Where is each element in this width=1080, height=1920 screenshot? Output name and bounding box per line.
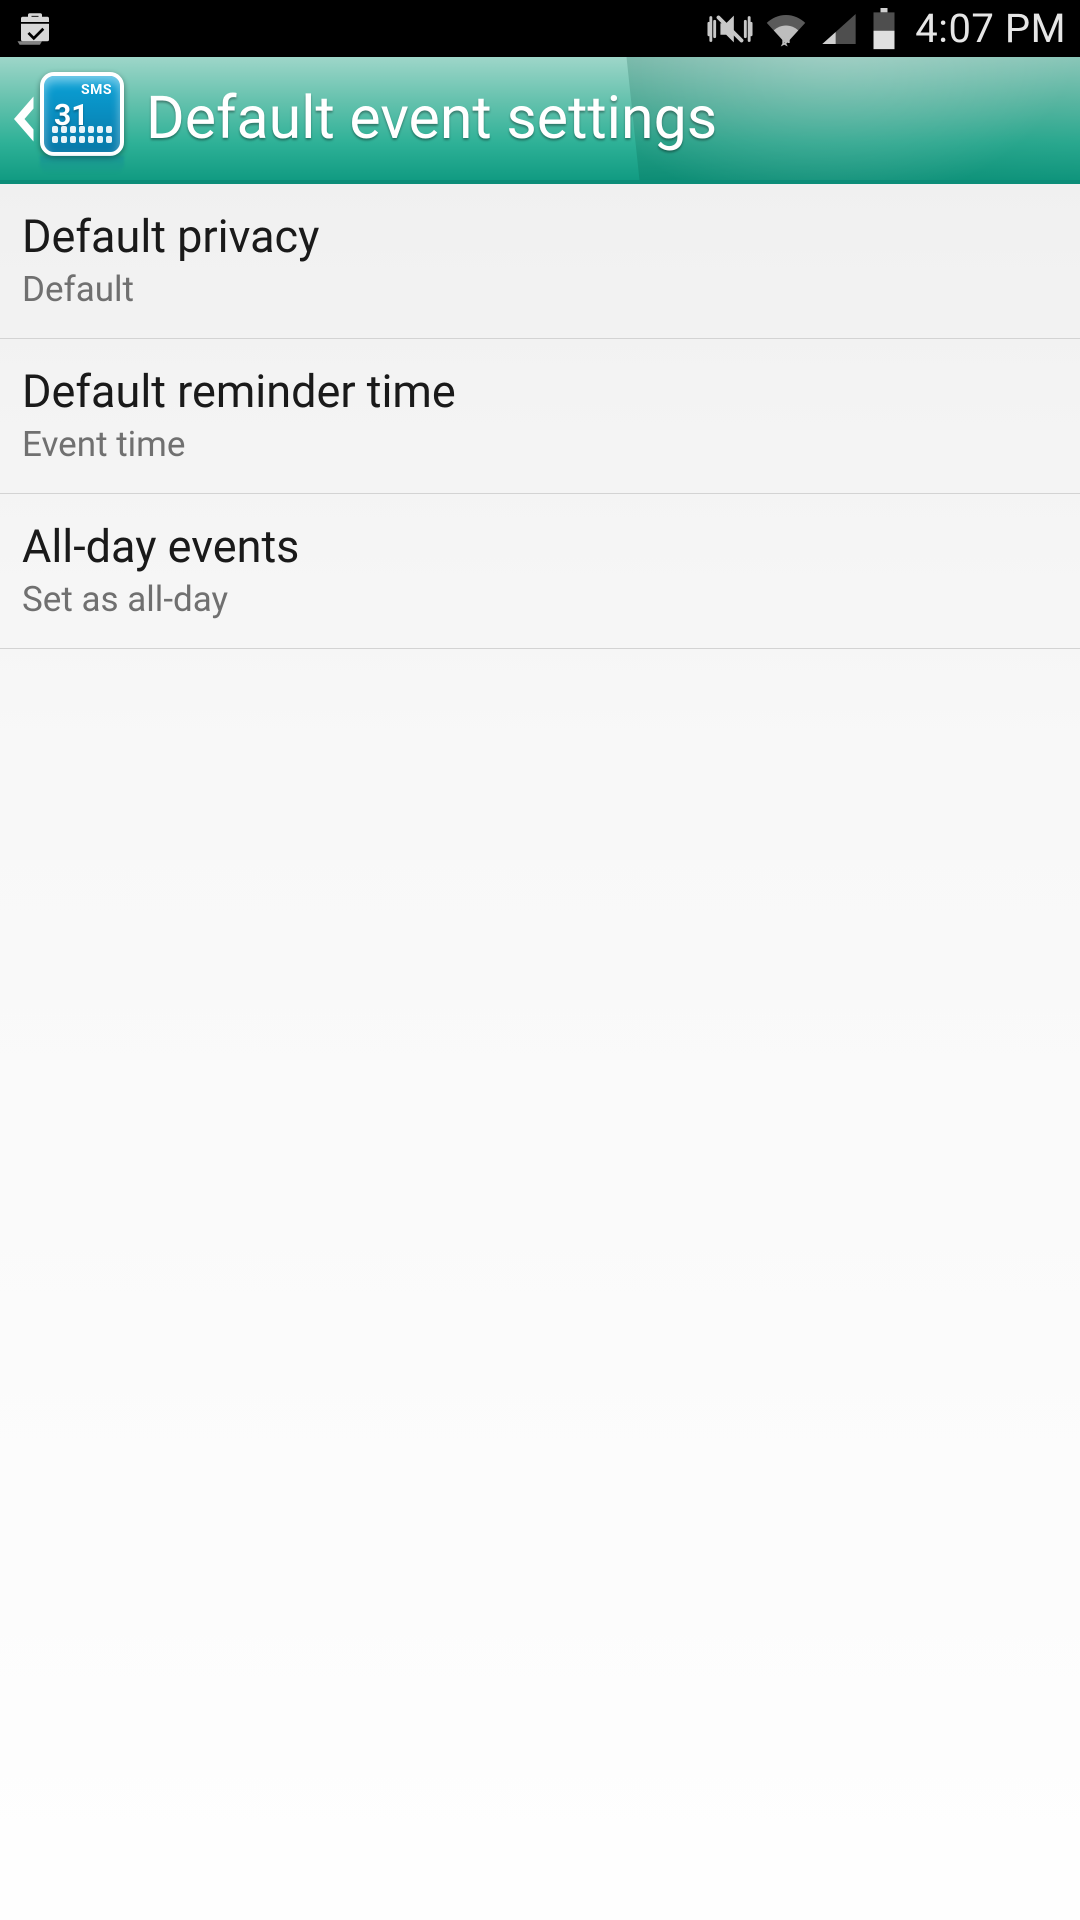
setting-subtitle: Event time xyxy=(22,424,1058,465)
setting-default-reminder-time[interactable]: Default reminder time Event time xyxy=(0,339,1080,494)
setting-subtitle: Default xyxy=(22,269,1058,310)
briefcase-check-icon xyxy=(14,8,56,50)
app-icon: SMS 31 xyxy=(40,64,134,174)
status-time: 4:07 PM xyxy=(915,5,1066,52)
page-title: Default event settings xyxy=(146,84,717,153)
setting-title: Default privacy xyxy=(22,210,1058,263)
status-bar: 4:07 PM xyxy=(0,0,1080,57)
app-icon-dots xyxy=(52,126,112,144)
setting-subtitle: Set as all-day xyxy=(22,579,1058,620)
setting-all-day-events[interactable]: All-day events Set as all-day xyxy=(0,494,1080,649)
wifi-icon xyxy=(765,10,807,48)
battery-icon xyxy=(871,8,897,50)
back-button[interactable] xyxy=(6,89,40,149)
status-bar-right: 4:07 PM xyxy=(56,5,1066,52)
status-bar-left xyxy=(14,8,56,50)
signal-icon xyxy=(819,10,859,48)
app-header: SMS 31 Default event settings xyxy=(0,57,1080,184)
setting-title: Default reminder time xyxy=(22,365,1058,418)
settings-list: Default privacy Default Default reminder… xyxy=(0,184,1080,649)
setting-default-privacy[interactable]: Default privacy Default xyxy=(0,184,1080,339)
vibrate-mute-icon xyxy=(707,9,753,49)
app-icon-sms-label: SMS xyxy=(81,82,112,98)
app-icon-reflection xyxy=(40,156,124,174)
setting-title: All-day events xyxy=(22,520,1058,573)
calendar-sms-icon: SMS 31 xyxy=(40,72,124,156)
